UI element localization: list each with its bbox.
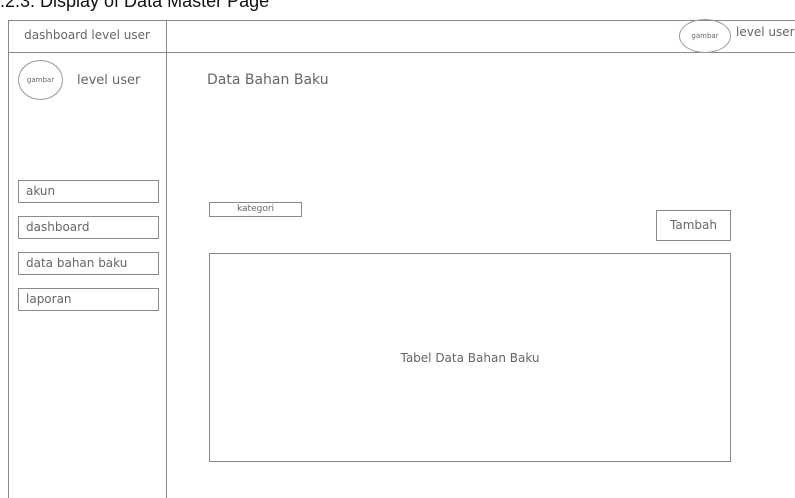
sidebar-user-label: level user: [77, 73, 141, 88]
sidebar-avatar: gambar: [18, 60, 63, 100]
header-user-label[interactable]: level user: [736, 25, 795, 39]
page-title: Data Bahan Baku: [207, 72, 329, 88]
header-avatar[interactable]: gambar: [679, 19, 731, 53]
data-table: Tabel Data Bahan Baku: [209, 253, 731, 462]
sidebar-item-dashboard[interactable]: dashboard: [18, 216, 159, 239]
sidebar-title: dashboard level user: [24, 28, 150, 42]
category-select[interactable]: kategori: [209, 202, 302, 217]
header-divider: [8, 52, 795, 53]
add-button[interactable]: Tambah: [656, 210, 731, 241]
figure-caption: .2.3. Display of Data Master Page: [0, 0, 270, 11]
sidebar-item-laporan[interactable]: laporan: [18, 288, 159, 311]
sidebar-item-akun[interactable]: akun: [18, 180, 159, 203]
sidebar-avatar-text: gambar: [26, 76, 55, 84]
header-avatar-text: gambar: [691, 32, 719, 40]
sidebar-divider: [166, 20, 167, 498]
sidebar-item-data-bahan-baku[interactable]: data bahan baku: [18, 252, 159, 275]
table-placeholder-text: Tabel Data Bahan Baku: [400, 350, 540, 365]
